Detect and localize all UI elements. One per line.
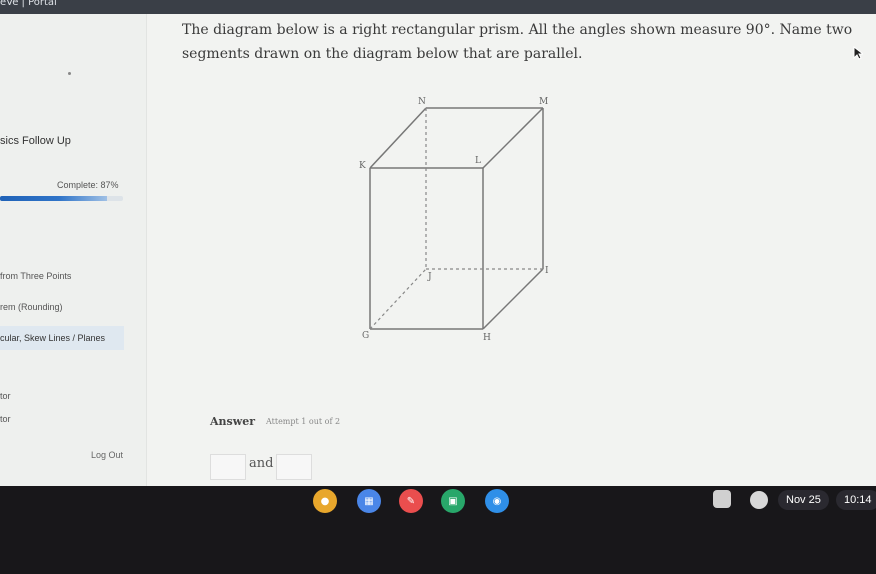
edge-kn: [369, 107, 427, 169]
window-title: eVe | Portal: [0, 0, 57, 8]
attempt-counter: Attempt 1 out of 2: [266, 417, 341, 426]
label-g: G: [362, 331, 369, 341]
camera-icon[interactable]: ◉: [485, 489, 509, 513]
window-top-bar: eVe | Portal: [0, 0, 876, 14]
edge-hi: [482, 268, 544, 330]
chrome-icon[interactable]: ●: [313, 489, 337, 513]
sidebar: sics Follow Up Complete: 87% from Three …: [0, 14, 147, 486]
label-j: J: [427, 272, 432, 282]
taskbar-time[interactable]: 10:14: [836, 490, 876, 510]
mouse-cursor-icon: [853, 46, 863, 60]
label-k: K: [359, 161, 366, 171]
sidebar-item-three-points[interactable]: from Three Points: [0, 271, 71, 281]
label-l: L: [475, 156, 481, 166]
prism-diagram: N M K L J I G H: [359, 97, 549, 343]
answer-input-second[interactable]: [276, 454, 312, 480]
question-text: The diagram below is a right rectangular…: [182, 22, 853, 62]
screenshot-icon[interactable]: [713, 490, 731, 508]
label-i: I: [545, 266, 549, 276]
sidebar-dot: [68, 72, 71, 75]
taskbar-date[interactable]: Nov 25: [778, 490, 829, 510]
paint-icon[interactable]: ✎: [399, 489, 423, 513]
completion-text: Complete: 87%: [57, 180, 119, 190]
calendar-icon[interactable]: ▦: [357, 489, 381, 513]
answer-connector: and: [249, 456, 274, 471]
completion-progress-bar: [0, 196, 123, 201]
edge-lm: [482, 107, 544, 169]
logout-link[interactable]: Log Out: [91, 450, 123, 460]
sidebar-item-tor-1[interactable]: tor: [0, 391, 11, 401]
label-m: M: [539, 97, 548, 107]
taskbar: ● ▦ ✎ ▣ ◉ Nov 25 10:14: [0, 486, 876, 574]
edge-gj-hidden: [369, 268, 427, 330]
sidebar-item-tor-2[interactable]: tor: [0, 414, 11, 424]
label-n: N: [418, 97, 426, 107]
completion-progress-fill: [0, 196, 107, 201]
answer-label: Answer: [210, 415, 255, 428]
lesson-screen: sics Follow Up Complete: 87% from Three …: [0, 14, 876, 486]
sidebar-heading: sics Follow Up: [0, 135, 71, 147]
sidebar-item-skew-lines-planes[interactable]: cular, Skew Lines / Planes: [0, 326, 125, 350]
answer-input-first[interactable]: [210, 454, 246, 480]
classroom-icon[interactable]: ▣: [441, 489, 465, 513]
status-dot-icon[interactable]: [750, 491, 768, 509]
sidebar-item-rounding[interactable]: rem (Rounding): [0, 302, 63, 312]
label-h: H: [483, 333, 491, 343]
